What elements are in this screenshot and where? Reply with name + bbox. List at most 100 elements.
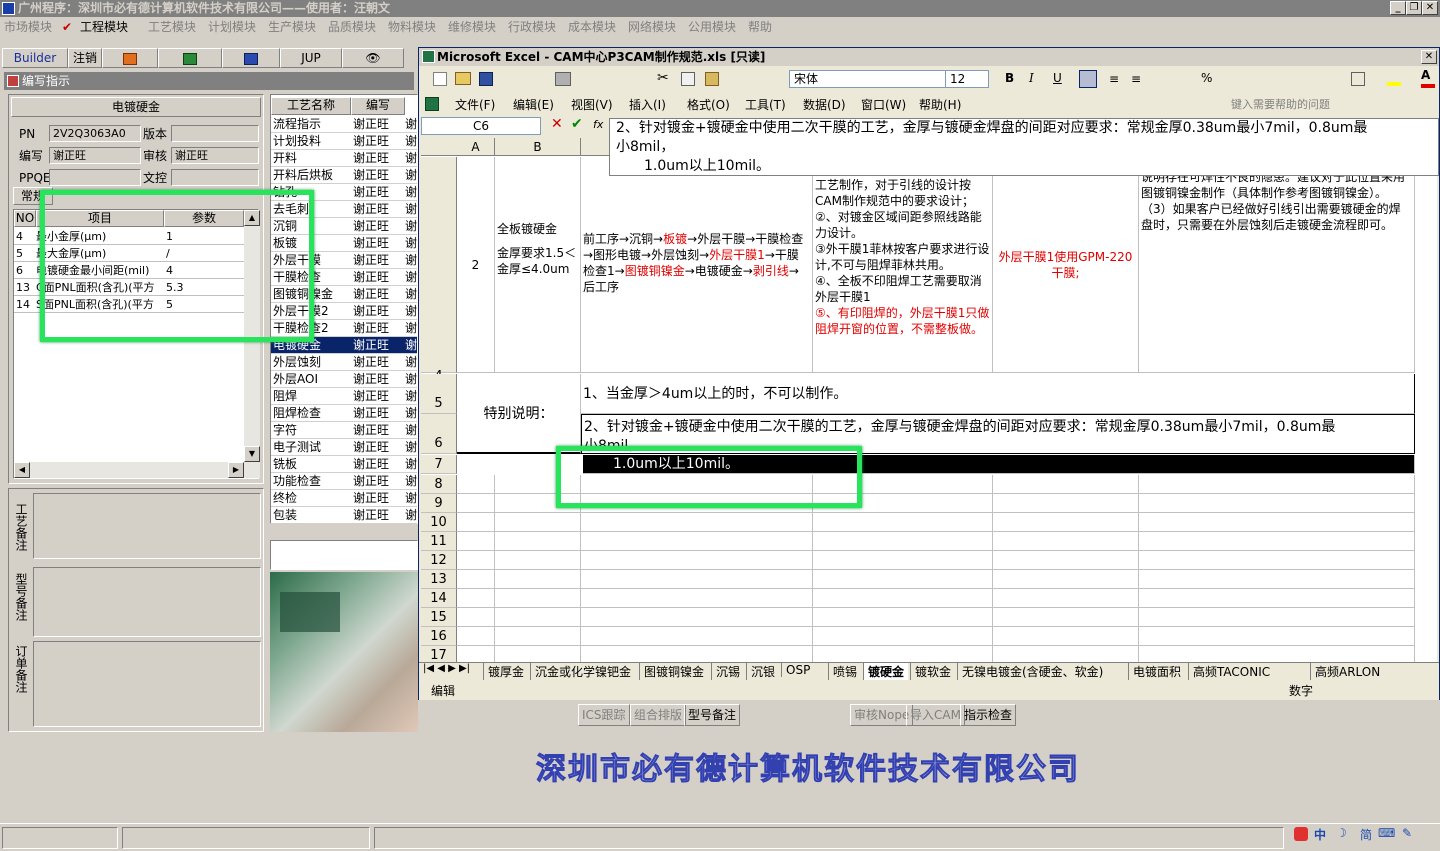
empty-cell[interactable]	[1139, 589, 1415, 608]
empty-cell[interactable]	[1139, 570, 1415, 589]
menu-repair[interactable]: 维修模块	[448, 17, 496, 37]
process-header-writer[interactable]: 编写	[351, 97, 405, 115]
empty-cell[interactable]	[581, 513, 813, 532]
menu-cost[interactable]: 成本模块	[568, 17, 616, 37]
empty-cell[interactable]	[581, 608, 813, 627]
ppqe-field[interactable]	[49, 169, 141, 186]
empty-cell[interactable]	[813, 532, 993, 551]
new-icon[interactable]	[433, 72, 447, 86]
menu-admin[interactable]: 行政模块	[508, 17, 556, 37]
writer-field[interactable]: 谢正旺	[49, 147, 141, 164]
empty-cell[interactable]	[457, 589, 495, 608]
ime-moon-icon[interactable]: ☽	[1336, 826, 1347, 840]
empty-cell[interactable]	[495, 532, 581, 551]
process-row[interactable]: 流程指示 谢正旺 谢	[271, 116, 417, 133]
process-row[interactable]: 开料后烘板 谢正旺 谢	[271, 167, 417, 184]
percent-icon[interactable]: %	[1201, 71, 1212, 85]
empty-cell[interactable]	[1139, 608, 1415, 627]
row-header[interactable]: 15	[421, 608, 457, 627]
empty-cell[interactable]	[813, 570, 993, 589]
row-header[interactable]: 10	[421, 513, 457, 532]
menu-production[interactable]: 生产模块	[268, 17, 316, 37]
sheet-tab[interactable]: 镀厚金	[483, 663, 528, 680]
row-header-5[interactable]: 5	[421, 374, 457, 414]
empty-cell[interactable]	[495, 646, 581, 662]
excel-icon[interactable]	[158, 48, 222, 68]
menu-network[interactable]: 网络模块	[628, 17, 676, 37]
empty-cell[interactable]	[813, 608, 993, 627]
empty-cell[interactable]	[581, 551, 813, 570]
sheet-tab[interactable]: 高频TACONIC	[1188, 663, 1274, 680]
process-row[interactable]: 终检 谢正旺 谢	[271, 490, 417, 507]
restore-button[interactable]: ❐	[1406, 1, 1422, 15]
align-left-icon[interactable]	[1079, 70, 1097, 88]
excel-menu-help[interactable]: 帮助(H)	[919, 96, 961, 113]
sheet-tab[interactable]: 沉银	[746, 663, 779, 680]
bold-button[interactable]: B	[1005, 71, 1014, 85]
instruction-check-button[interactable]: 指示检查	[960, 704, 1017, 726]
process-row[interactable]: 计划投料 谢正旺 谢	[271, 133, 417, 150]
empty-cell[interactable]	[993, 646, 1139, 662]
fill-color-icon[interactable]	[1387, 82, 1401, 86]
process-header-name[interactable]: 工艺名称	[271, 97, 351, 115]
process-row[interactable]: 包装 谢正旺 谢	[271, 507, 417, 524]
empty-cell[interactable]	[457, 627, 495, 646]
version-field[interactable]	[171, 125, 259, 142]
align-center-icon[interactable]: ≡	[1109, 72, 1119, 86]
menu-material[interactable]: 物料模块	[388, 17, 436, 37]
sheet-tab[interactable]: 沉锡	[711, 663, 744, 680]
ime-simplified-indicator[interactable]: 简	[1360, 826, 1372, 843]
underline-button[interactable]: U	[1053, 71, 1062, 85]
process-row[interactable]: 外层蚀刻 谢正旺 谢	[271, 354, 417, 371]
eye-icon[interactable]: 👁	[342, 48, 404, 68]
empty-cell[interactable]	[457, 513, 495, 532]
empty-cell[interactable]	[495, 513, 581, 532]
help-question-input[interactable]: 键入需要帮助的问题	[1231, 96, 1330, 112]
col-header-a[interactable]: A	[457, 138, 495, 156]
menu-engineering[interactable]: 工程模块	[80, 17, 128, 37]
sheet-tab[interactable]: 镀硬金	[863, 663, 909, 680]
process-row[interactable]: 字符 谢正旺 谢	[271, 422, 417, 439]
word-icon[interactable]	[222, 48, 280, 68]
empty-cell[interactable]	[993, 494, 1139, 513]
empty-cell[interactable]	[1139, 627, 1415, 646]
excel-menu-insert[interactable]: 插入(I)	[629, 96, 666, 113]
empty-cell[interactable]	[1139, 494, 1415, 513]
row-header[interactable]: 8	[421, 475, 457, 494]
ppt-icon[interactable]	[102, 48, 158, 68]
empty-cell[interactable]	[1139, 532, 1415, 551]
empty-cell[interactable]	[813, 646, 993, 662]
row-header-6[interactable]: 6	[421, 414, 457, 454]
empty-cell[interactable]	[457, 608, 495, 627]
import-cam-button[interactable]: 导入CAM	[906, 704, 965, 726]
menu-common[interactable]: 公用模块	[688, 17, 736, 37]
doc-control-field[interactable]	[171, 169, 259, 186]
row-header-4[interactable]: 4	[421, 157, 457, 384]
process-row[interactable]: 铣板 谢正旺 谢	[271, 456, 417, 473]
save-icon[interactable]	[479, 72, 493, 86]
open-icon[interactable]	[455, 72, 471, 85]
col-header-b[interactable]: B	[495, 138, 581, 156]
builder-button[interactable]: Builder	[2, 48, 68, 68]
cell-c4[interactable]: 前工序→沉铜→板镀→外层干膜→干膜检查→图形电镀→外层蚀刻→外层干膜1→干膜检查…	[581, 157, 813, 373]
review-nope-button[interactable]: 审核Nope	[850, 704, 914, 726]
enter-check-icon[interactable]: ✔	[571, 116, 583, 132]
row-header[interactable]: 11	[421, 532, 457, 551]
logout-button[interactable]: 注销	[68, 48, 102, 68]
sheet-tab[interactable]: 高频ARLON	[1310, 663, 1384, 680]
fx-icon[interactable]: fx	[593, 118, 603, 131]
empty-cell[interactable]	[495, 608, 581, 627]
menu-process[interactable]: 工艺模块	[148, 17, 196, 37]
borders-icon[interactable]	[1351, 72, 1365, 86]
excel-menu-data[interactable]: 数据(D)	[803, 96, 846, 113]
empty-cell[interactable]	[993, 513, 1139, 532]
sheet-tab[interactable]: 沉金或化学镍钯金	[530, 663, 635, 680]
empty-cell[interactable]	[581, 532, 813, 551]
excel-menu-window[interactable]: 窗口(W)	[861, 96, 906, 113]
cut-icon[interactable]: ✂	[657, 70, 669, 86]
empty-cell[interactable]	[457, 532, 495, 551]
model-note-button[interactable]: 型号备注	[684, 704, 741, 726]
empty-cell[interactable]	[581, 646, 813, 662]
empty-cell[interactable]	[1139, 551, 1415, 570]
scroll-right-icon[interactable]: ▶	[228, 462, 244, 478]
